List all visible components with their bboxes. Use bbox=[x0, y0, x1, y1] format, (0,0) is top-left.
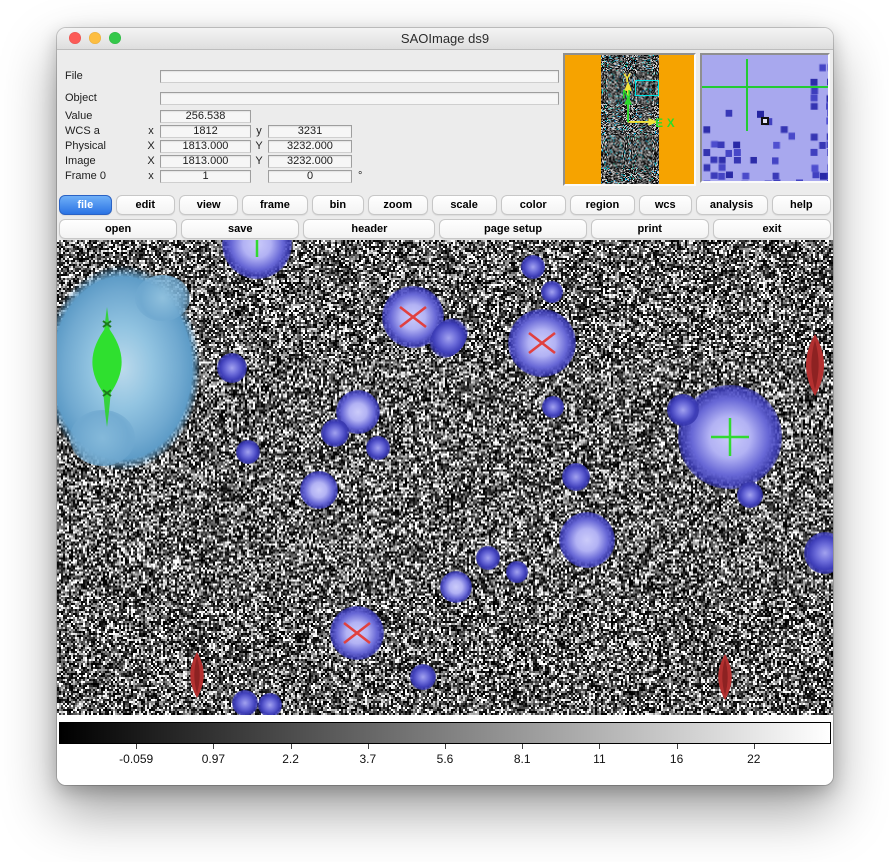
save-button[interactable]: save bbox=[181, 219, 299, 239]
exit-button[interactable]: exit bbox=[713, 219, 831, 239]
colorbar-section: -0.059 0.97 2.2 3.7 5.6 8.1 11 16 22 bbox=[57, 715, 833, 785]
frame-x-axis-label: x bbox=[145, 170, 157, 183]
file-label: File bbox=[65, 70, 83, 83]
frame-label: Frame 0 bbox=[65, 170, 106, 183]
menu-frame[interactable]: frame bbox=[242, 195, 307, 215]
colorbar-tick bbox=[213, 744, 214, 749]
svg-text:Y: Y bbox=[623, 72, 631, 85]
colorbar-tick bbox=[754, 744, 755, 749]
region-marker-layer bbox=[57, 240, 833, 715]
image-y-axis-label: Y bbox=[253, 155, 265, 168]
wcs-label: WCS a bbox=[65, 125, 100, 138]
wcs-x-field[interactable]: 1812 bbox=[160, 125, 251, 138]
page-setup-button[interactable]: page setup bbox=[439, 219, 586, 239]
ds9-window: SAOImage ds9 File Object Value 256.538 W… bbox=[57, 28, 833, 785]
colorbar-tick bbox=[136, 744, 137, 749]
object-row: Object bbox=[57, 92, 562, 105]
colorbar-tick bbox=[368, 744, 369, 749]
colorbar-tick bbox=[677, 744, 678, 749]
image-row: Image X 1813.000 Y 3232.000 bbox=[57, 155, 562, 168]
wcs-row: WCS a x 1812 y 3231 bbox=[57, 125, 562, 138]
magnifier-cursor-box bbox=[761, 117, 769, 125]
colorbar-tick bbox=[445, 744, 446, 749]
colorbar-tick bbox=[291, 744, 292, 749]
close-button[interactable] bbox=[69, 32, 81, 44]
header-button[interactable]: header bbox=[303, 219, 435, 239]
menu-zoom[interactable]: zoom bbox=[368, 195, 427, 215]
svg-text:E: E bbox=[655, 117, 663, 130]
physical-label: Physical bbox=[65, 140, 106, 153]
open-button[interactable]: open bbox=[59, 219, 177, 239]
image-display[interactable] bbox=[57, 240, 833, 715]
file-row: File bbox=[57, 70, 562, 83]
menu-help[interactable]: help bbox=[772, 195, 831, 215]
frame-row: Frame 0 x 1 0 ° bbox=[57, 170, 562, 183]
colorbar-label: -0.059 bbox=[119, 752, 153, 766]
colorbar-label: 3.7 bbox=[359, 752, 376, 766]
colorbar-tick bbox=[522, 744, 523, 749]
file-field[interactable] bbox=[160, 70, 559, 83]
menu-file[interactable]: file bbox=[59, 195, 112, 215]
object-field[interactable] bbox=[160, 92, 559, 105]
physical-row: Physical X 1813.000 Y 3232.000 bbox=[57, 140, 562, 153]
menu-bar: file edit view frame bin zoom scale colo… bbox=[59, 194, 831, 216]
colorbar-label: 22 bbox=[747, 752, 760, 766]
wcs-y-axis-label: y bbox=[253, 125, 265, 138]
menu-bin[interactable]: bin bbox=[312, 195, 365, 215]
print-button[interactable]: print bbox=[591, 219, 709, 239]
physical-y-axis-label: Y bbox=[253, 140, 265, 153]
menu-region[interactable]: region bbox=[570, 195, 635, 215]
magnifier-crosshair-horizontal bbox=[702, 86, 828, 88]
svg-text:N: N bbox=[622, 89, 630, 102]
image-x-axis-label: X bbox=[145, 155, 157, 168]
svg-text:X: X bbox=[667, 117, 675, 130]
value-row: Value 256.538 bbox=[57, 110, 562, 123]
colorbar-gradient[interactable] bbox=[59, 722, 831, 744]
colorbar-label: 5.6 bbox=[437, 752, 454, 766]
magnifier[interactable] bbox=[700, 53, 830, 183]
image-label: Image bbox=[65, 155, 96, 168]
menu-color[interactable]: color bbox=[501, 195, 566, 215]
menu-view[interactable]: view bbox=[179, 195, 238, 215]
colorbar-label: 16 bbox=[670, 752, 683, 766]
panner[interactable]: Y N E X bbox=[563, 53, 696, 186]
frame-rotate-field[interactable]: 0 bbox=[268, 170, 352, 183]
title-bar[interactable]: SAOImage ds9 bbox=[57, 28, 833, 50]
zoom-button[interactable] bbox=[109, 32, 121, 44]
menu-edit[interactable]: edit bbox=[116, 195, 175, 215]
object-label: Object bbox=[65, 92, 97, 105]
panner-compass-icon: Y N E X bbox=[565, 55, 694, 184]
menu-scale[interactable]: scale bbox=[432, 195, 497, 215]
colorbar-label: 2.2 bbox=[282, 752, 299, 766]
menu-wcs[interactable]: wcs bbox=[639, 195, 692, 215]
physical-x-axis-label: X bbox=[145, 140, 157, 153]
colorbar-label: 11 bbox=[593, 752, 605, 766]
value-label: Value bbox=[65, 110, 92, 123]
file-action-bar: open save header page setup print exit bbox=[59, 218, 831, 240]
image-x-field[interactable]: 1813.000 bbox=[160, 155, 251, 168]
minimize-button[interactable] bbox=[89, 32, 101, 44]
menu-analysis[interactable]: analysis bbox=[696, 195, 768, 215]
physical-x-field[interactable]: 1813.000 bbox=[160, 140, 251, 153]
window-title: SAOImage ds9 bbox=[57, 28, 833, 49]
traffic-lights bbox=[69, 32, 121, 44]
coordinate-panel: File Object Value 256.538 WCS a x 1812 y… bbox=[57, 49, 562, 192]
wcs-y-field[interactable]: 3231 bbox=[268, 125, 352, 138]
colorbar-label: 8.1 bbox=[514, 752, 531, 766]
image-y-field[interactable]: 3232.000 bbox=[268, 155, 352, 168]
colorbar-tick bbox=[599, 744, 600, 749]
colorbar-label: 0.97 bbox=[202, 752, 225, 766]
frame-zoom-field[interactable]: 1 bbox=[160, 170, 251, 183]
degree-symbol: ° bbox=[358, 170, 362, 183]
physical-y-field[interactable]: 3232.000 bbox=[268, 140, 352, 153]
wcs-x-axis-label: x bbox=[145, 125, 157, 138]
magnifier-crosshair-vertical bbox=[746, 59, 748, 131]
value-field[interactable]: 256.538 bbox=[160, 110, 251, 123]
